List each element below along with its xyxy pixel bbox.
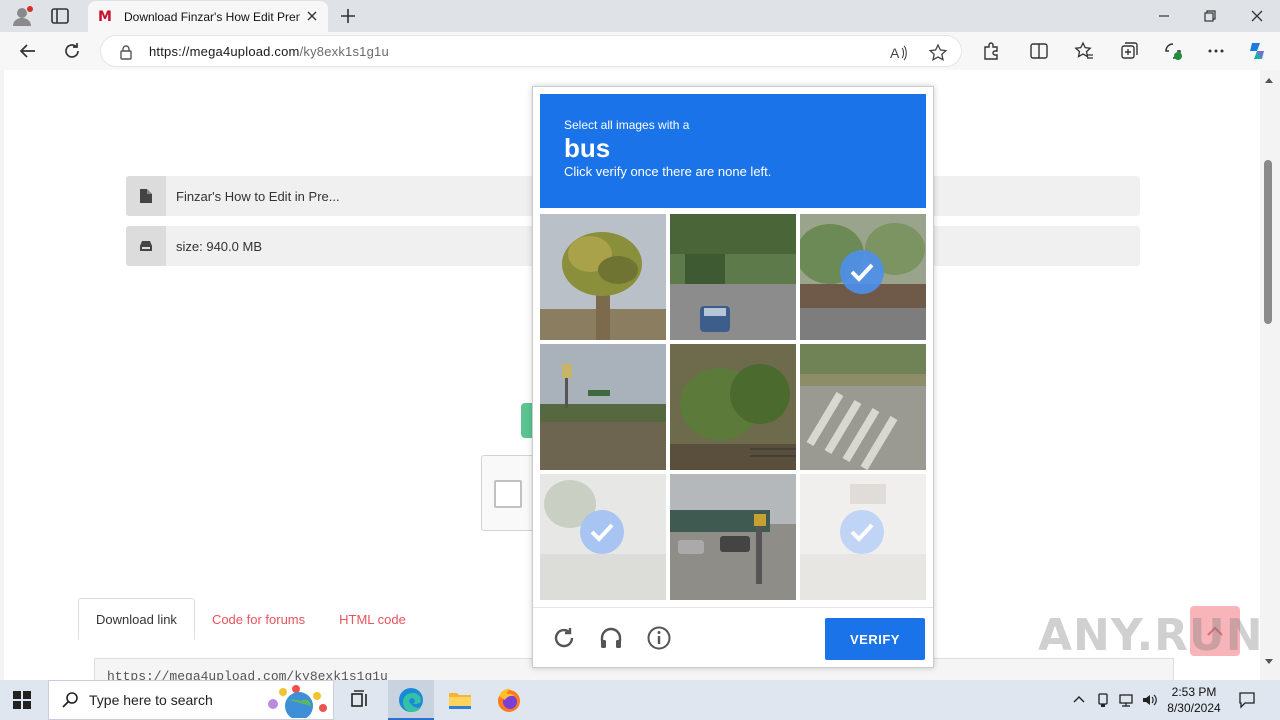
captcha-target-word: bus: [564, 133, 611, 163]
clock-time: 2:53 PM: [1171, 685, 1217, 699]
faded-street-image: [800, 474, 926, 600]
favorite-star-icon[interactable]: [927, 42, 949, 64]
captcha-challenge: Select all images with a bus Click verif…: [532, 86, 934, 668]
extensions-icon[interactable]: [980, 40, 1002, 62]
captcha-tile[interactable]: [540, 214, 666, 340]
read-aloud-icon[interactable]: A: [887, 42, 909, 64]
browser-tab[interactable]: M Download Finzar's How Edit Pren: [88, 1, 328, 32]
code-tabs: Download link Code for forums HTML code: [78, 598, 423, 640]
faded-road-image: [540, 474, 666, 600]
browser-toolbar: https://mega4upload.com/ky8exk1s1g1u A: [0, 32, 1280, 70]
new-tab-icon[interactable]: [338, 6, 358, 26]
edge-icon[interactable]: [397, 686, 425, 714]
file-name: Finzar's How to Edit in Pre...: [176, 188, 340, 204]
info-icon[interactable]: [646, 625, 672, 651]
address-bar[interactable]: https://mega4upload.com/ky8exk1s1g1u A: [100, 35, 962, 67]
clock-date: 8/30/2024: [1167, 701, 1221, 715]
file-icon-cell: [126, 176, 166, 216]
captcha-tile[interactable]: [540, 344, 666, 470]
parking-lot-image: [670, 474, 796, 600]
chevron-up-icon[interactable]: [1071, 692, 1087, 708]
copilot-icon[interactable]: [1246, 40, 1268, 62]
usb-device-icon[interactable]: [1095, 692, 1111, 708]
file-explorer-icon[interactable]: [446, 686, 474, 714]
svg-text:A: A: [890, 45, 900, 61]
captcha-tile[interactable]: [670, 474, 796, 600]
reload-icon[interactable]: [551, 625, 577, 651]
taskbar-search[interactable]: Type here to search: [48, 680, 334, 720]
tab-download-link[interactable]: Download link: [78, 598, 195, 640]
size-icon-cell: [126, 226, 166, 266]
taskbar-clock[interactable]: 2:53 PM 8/30/2024: [1160, 684, 1228, 716]
network-icon[interactable]: [1118, 692, 1134, 708]
url-domain: https://mega4upload.com: [149, 44, 300, 59]
tab-actions-icon[interactable]: [50, 7, 70, 25]
file-icon: [140, 189, 152, 203]
hard-drive-icon: [140, 241, 152, 251]
url-text[interactable]: https://mega4upload.com/ky8exk1s1g1u: [149, 44, 389, 59]
captcha-tile[interactable]: [800, 474, 926, 600]
crosswalk-image: [800, 344, 926, 470]
firefox-icon[interactable]: [495, 686, 523, 714]
profile-icon[interactable]: [10, 5, 34, 27]
verify-button[interactable]: VERIFY: [825, 618, 925, 660]
url-path: /ky8exk1s1g1u: [299, 44, 389, 59]
street-car-image: [670, 214, 796, 340]
captcha-tile[interactable]: [800, 344, 926, 470]
back-icon[interactable]: [17, 40, 39, 62]
captcha-tile[interactable]: [800, 214, 926, 340]
recaptcha-checkbox[interactable]: [494, 480, 522, 508]
windows-start-icon[interactable]: [12, 690, 32, 710]
captcha-header: Select all images with a bus Click verif…: [540, 94, 926, 208]
tab-close-icon[interactable]: [304, 8, 320, 24]
search-highlight-icon: [268, 685, 327, 718]
windows-taskbar: Type here to search 2:53 PM 8/30/2024: [0, 680, 1280, 720]
captcha-footer: VERIFY: [533, 607, 933, 667]
split-screen-icon[interactable]: [1028, 40, 1050, 62]
tab-title: Download Finzar's How Edit Pren: [124, 9, 300, 24]
close-window-icon[interactable]: [1247, 6, 1267, 26]
task-view-icon[interactable]: [346, 686, 374, 714]
street-trees-image: [800, 214, 926, 340]
file-size: size: 940.0 MB: [176, 238, 262, 254]
lock-icon[interactable]: [119, 44, 133, 60]
scroll-thumb[interactable]: [1264, 160, 1272, 324]
tab-code-for-forums[interactable]: Code for forums: [195, 598, 322, 640]
notifications-icon[interactable]: [1238, 691, 1256, 709]
captcha-tile[interactable]: [670, 344, 796, 470]
browser-essentials-icon[interactable]: [1162, 40, 1184, 62]
scroll-down-arrow-icon[interactable]: [1264, 658, 1274, 666]
captcha-tile[interactable]: [670, 214, 796, 340]
volume-icon[interactable]: [1141, 692, 1157, 708]
palm-tree-image: [540, 214, 666, 340]
collections-icon[interactable]: [1118, 40, 1140, 62]
search-icon: [62, 692, 78, 708]
garden-plants-image: [670, 344, 796, 470]
minimize-icon[interactable]: [1154, 6, 1174, 26]
restore-icon[interactable]: [1200, 6, 1220, 26]
tab-html-code[interactable]: HTML code: [322, 598, 423, 640]
refresh-icon[interactable]: [61, 40, 83, 62]
captcha-instruction: Select all images with a: [564, 118, 690, 132]
highway-sign-image: [540, 344, 666, 470]
site-favicon-icon: M: [98, 8, 112, 25]
favorites-icon[interactable]: [1073, 40, 1095, 62]
browser-titlebar: M Download Finzar's How Edit Pren: [0, 0, 1280, 32]
captcha-tile[interactable]: [540, 474, 666, 600]
audio-challenge-icon[interactable]: [598, 625, 624, 651]
watermark-logo: ANY.RUN: [1038, 610, 1260, 661]
captcha-instruction-sub: Click verify once there are none left.: [564, 164, 772, 179]
search-placeholder: Type here to search: [89, 692, 213, 708]
page-scrollbar[interactable]: [1260, 70, 1280, 680]
more-options-icon[interactable]: [1205, 40, 1227, 62]
scroll-up-arrow-icon[interactable]: [1264, 76, 1274, 84]
